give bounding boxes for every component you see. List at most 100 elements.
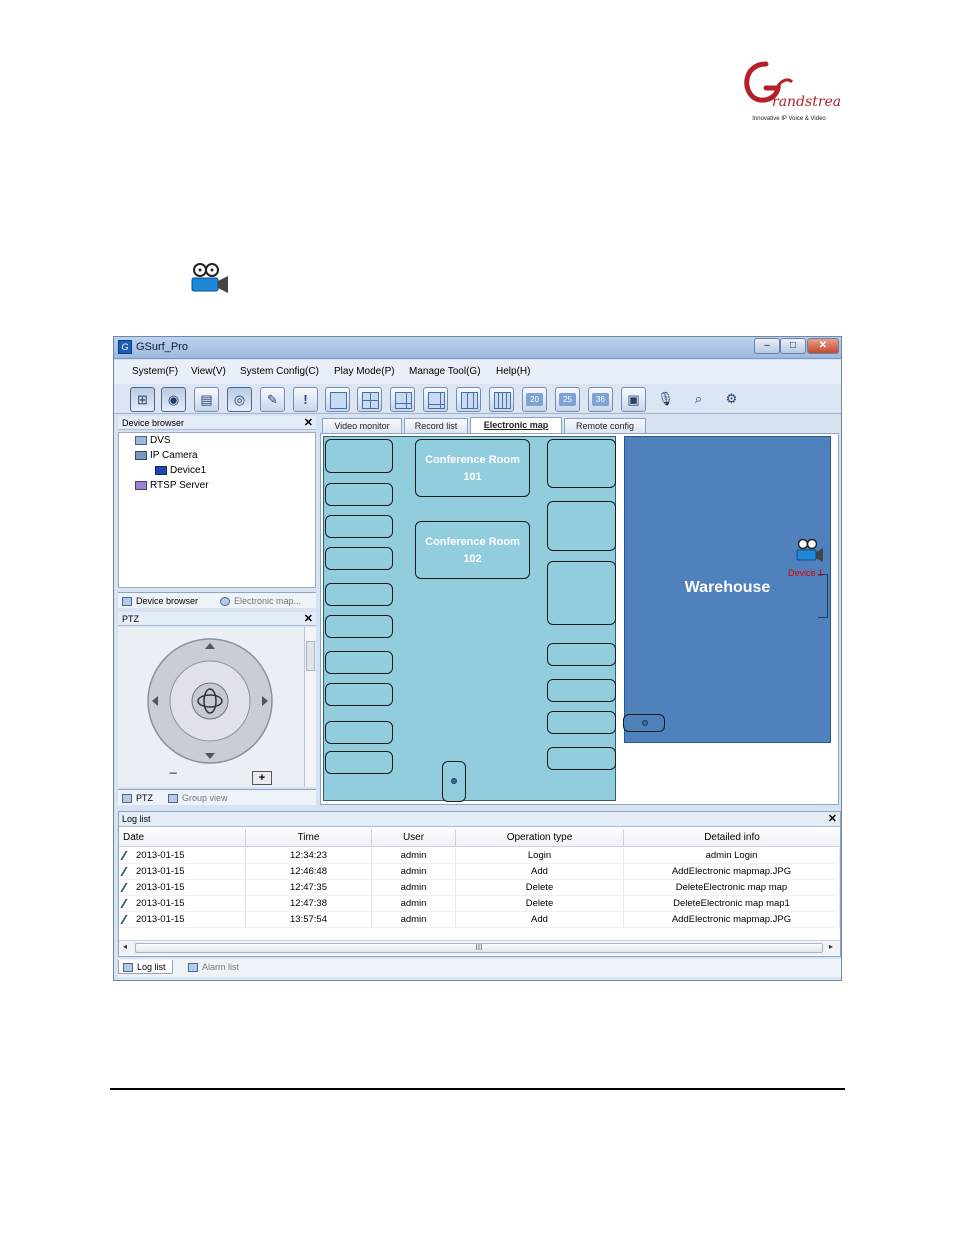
record-tool[interactable]: ✎ xyxy=(260,387,285,412)
log-cell-time: 13:57:54 xyxy=(246,912,372,928)
log-cell-time-text: 12:47:38 xyxy=(290,898,327,909)
tab-electronic-map-main[interactable]: Electronic map xyxy=(470,417,562,433)
zoom-in-button[interactable]: + xyxy=(252,771,272,785)
logo-tagline: Innovative IP Voice & Video xyxy=(752,116,826,122)
device-browser-close-icon[interactable]: ✕ xyxy=(304,416,313,430)
map-room xyxy=(547,747,616,770)
log-list-close-icon[interactable]: ✕ xyxy=(828,812,837,827)
column-header-time[interactable]: Time xyxy=(246,829,372,847)
main-tabs: Video monitor Record list Electronic map… xyxy=(320,417,840,433)
table-row[interactable]: 2013-01-15 12:46:48 admin Add AddElectronic … xyxy=(119,864,840,880)
table-row[interactable]: 2013-01-15 12:47:35 admin Delete DeleteElect… xyxy=(119,880,840,896)
close-button[interactable]: ✕ xyxy=(807,338,839,354)
menu-view[interactable]: View(V) xyxy=(191,366,226,377)
config-icon: ⚙ xyxy=(725,391,738,406)
layout-20-label: 20 xyxy=(526,393,543,406)
log-cell-detail: DeleteElectronic map map1 xyxy=(624,896,840,912)
column-header-user[interactable]: User xyxy=(372,829,456,847)
conference-room-101-label: Conference Room 101 xyxy=(425,454,520,483)
layout-16-icon xyxy=(494,392,511,409)
log-cell-time-text: 12:46:48 xyxy=(290,866,327,877)
tab-alarm-list[interactable]: Alarm list xyxy=(184,960,245,974)
footer-rule xyxy=(110,1088,845,1090)
layout-8-button[interactable] xyxy=(423,387,448,412)
menu-help[interactable]: Help(H) xyxy=(496,366,530,377)
ptz-scrollbar[interactable] xyxy=(304,627,316,787)
layout-1-icon xyxy=(330,392,347,409)
log-horizontal-scrollbar[interactable]: ◂ III ▸ xyxy=(119,940,840,955)
device-tree-tool[interactable]: ⊞ xyxy=(130,387,155,412)
table-row[interactable]: 2013-01-15 12:47:38 admin Delete DeleteElect… xyxy=(119,896,840,912)
map-room xyxy=(325,439,393,473)
window-title: GSurf_Pro xyxy=(136,341,188,353)
conference-room-101[interactable]: Conference Room 101 xyxy=(415,439,530,497)
layout-36-button[interactable]: 36 xyxy=(588,387,613,412)
row-divider xyxy=(119,927,836,928)
log-cell-user-text: admin xyxy=(400,850,427,861)
minimize-button[interactable]: – xyxy=(754,338,780,354)
log-cell-date: 2013-01-15 xyxy=(119,880,246,896)
log-cell-time-text: 12:34:23 xyxy=(290,850,327,861)
log-cell-operation-text: Delete xyxy=(525,898,554,909)
table-row[interactable]: 2013-01-15 12:34:23 admin Login admin Login xyxy=(119,848,840,864)
tab-video-monitor[interactable]: Video monitor xyxy=(322,418,402,433)
layout-6-button[interactable] xyxy=(390,387,415,412)
scroll-right-icon[interactable]: ▸ xyxy=(829,942,833,951)
tree-item-rtsp-server[interactable]: RTSP Server xyxy=(135,480,209,491)
layout-1-button[interactable] xyxy=(325,387,350,412)
layout-8-icon xyxy=(428,392,445,409)
tree-label-device1: Device1 xyxy=(170,465,207,476)
pencil-icon xyxy=(120,882,135,892)
log-list-header: Log list ✕ xyxy=(119,812,840,827)
layout-25-button[interactable]: 25 xyxy=(555,387,580,412)
device-camera-icon[interactable] xyxy=(794,538,824,564)
group-view-tab-icon xyxy=(168,794,178,803)
warehouse-area[interactable]: Warehouse xyxy=(624,436,831,743)
config-button[interactable]: ⚙ xyxy=(720,387,745,412)
snapshot-button[interactable]: ▣ xyxy=(621,387,646,412)
sensor-dot-icon[interactable] xyxy=(451,778,457,784)
log-scroll-thumb[interactable]: III xyxy=(135,943,823,953)
tab-group-view[interactable]: Group view xyxy=(164,791,234,805)
scroll-left-icon[interactable]: ◂ xyxy=(123,942,127,951)
ptz-scroll-thumb[interactable] xyxy=(306,641,315,671)
layout-9-button[interactable] xyxy=(456,387,481,412)
tree-item-ip-camera[interactable]: IP Camera xyxy=(135,450,198,461)
toolbar: ⊞ ◉ ▤ ◎ ✎ ! 20 25 36 ▣ 🎙 ⌕ ⚙ xyxy=(114,384,841,414)
column-header-detailed-info[interactable]: Detailed info xyxy=(624,829,840,847)
map-room xyxy=(547,561,616,625)
menu-system[interactable]: System(F) xyxy=(132,366,178,377)
tab-device-browser[interactable]: Device browser xyxy=(118,594,204,608)
tab-log-list[interactable]: Log list xyxy=(118,960,173,974)
layout-4-button[interactable] xyxy=(357,387,382,412)
tree-item-device1[interactable]: Device1 xyxy=(155,465,206,476)
ptz-dial[interactable]: − xyxy=(118,627,304,787)
menu-system-config[interactable]: System Config(C) xyxy=(240,366,319,377)
tab-record-list[interactable]: Record list xyxy=(404,418,468,433)
search-button[interactable]: ⌕ xyxy=(687,387,712,412)
log-cell-operation-text: Delete xyxy=(525,882,554,893)
column-header-date[interactable]: Date xyxy=(119,829,246,847)
svg-text:−: − xyxy=(168,766,178,780)
layout-16-button[interactable] xyxy=(489,387,514,412)
log-cell-detail: admin Login xyxy=(624,848,840,864)
maximize-button[interactable]: □ xyxy=(780,338,806,354)
log-cell-user-text: admin xyxy=(400,866,427,877)
ptz-tool[interactable]: ◎ xyxy=(227,387,252,412)
monitor-tool[interactable]: ▤ xyxy=(194,387,219,412)
globe-tool[interactable]: ◉ xyxy=(161,387,186,412)
warehouse-sensor-dot-icon[interactable] xyxy=(642,720,648,726)
layout-20-button[interactable]: 20 xyxy=(522,387,547,412)
tree-item-dvs[interactable]: DVS xyxy=(135,435,171,446)
ptz-close-icon[interactable]: ✕ xyxy=(304,612,313,626)
menu-manage-tool[interactable]: Manage Tool(G) xyxy=(409,366,481,377)
tab-remote-config[interactable]: Remote config xyxy=(564,418,646,433)
column-header-operation-type[interactable]: Operation type xyxy=(456,829,624,847)
tab-electronic-map[interactable]: Electronic map... xyxy=(216,594,307,608)
tab-ptz[interactable]: PTZ xyxy=(118,791,159,805)
alarm-tool[interactable]: ! xyxy=(293,387,318,412)
conference-room-102[interactable]: Conference Room 102 xyxy=(415,521,530,579)
table-row[interactable]: 2013-01-15 13:57:54 admin Add AddElectronic … xyxy=(119,912,840,928)
menu-play-mode[interactable]: Play Mode(P) xyxy=(334,366,395,377)
microphone-button[interactable]: 🎙 xyxy=(654,387,679,412)
